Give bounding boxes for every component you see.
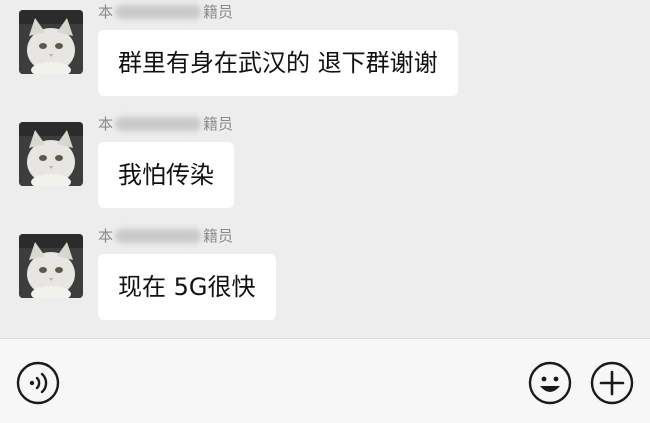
avatar[interactable]: [19, 122, 83, 186]
more-functions-button[interactable]: [590, 361, 634, 405]
plus-icon: [590, 361, 634, 405]
sender-name: 本籍员: [98, 227, 234, 245]
voice-icon: [16, 361, 60, 405]
redacted-name-blur: [115, 229, 202, 243]
message-bubble[interactable]: 群里有身在武汉的 退下群谢谢: [98, 30, 458, 96]
redacted-name-blur: [115, 117, 202, 131]
message-row: 本籍员 群里有身在武汉的 退下群谢谢: [0, 0, 650, 112]
message-input[interactable]: [78, 355, 512, 411]
chat-input-bar: [0, 338, 650, 423]
cat-avatar-image: [19, 234, 83, 298]
message-bubble[interactable]: 我怕传染: [98, 142, 234, 208]
message-bubble[interactable]: 现在 5G很快: [98, 254, 276, 320]
voice-input-button[interactable]: [16, 361, 60, 405]
message-row: 本籍员 我怕传染: [0, 112, 650, 224]
message-row: 本籍员 现在 5G很快: [0, 224, 650, 336]
avatar[interactable]: [19, 234, 83, 298]
redacted-name-blur: [115, 5, 202, 19]
emoji-icon: [528, 361, 572, 405]
cat-avatar-image: [19, 10, 83, 74]
sender-name: 本籍员: [98, 115, 234, 133]
emoji-button[interactable]: [528, 361, 572, 405]
chat-message-list[interactable]: 本籍员 群里有身在武汉的 退下群谢谢 本籍员 我怕传染 本 籍员 现在 5G很快: [0, 0, 650, 338]
cat-avatar-image: [19, 122, 83, 186]
sender-name: 本籍员: [98, 3, 234, 21]
avatar[interactable]: [19, 10, 83, 74]
